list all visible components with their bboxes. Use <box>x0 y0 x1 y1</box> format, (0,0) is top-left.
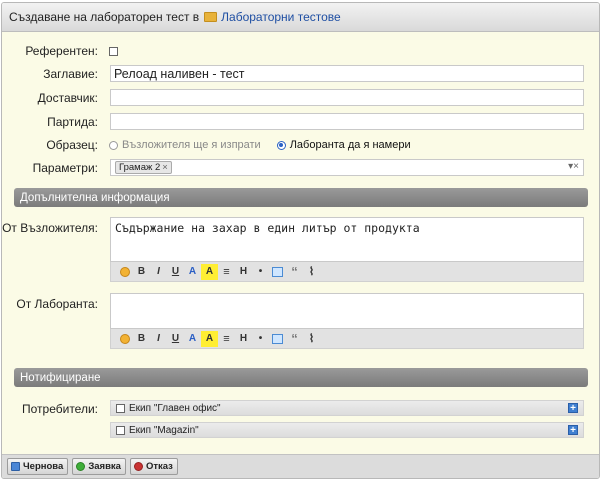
referent-row: Референтен: <box>2 44 118 58</box>
sample-radio-lab[interactable] <box>276 140 286 150</box>
section-notify-title: Нотифициране <box>20 371 101 384</box>
image-icon[interactable] <box>269 264 286 280</box>
team-checkbox[interactable] <box>116 425 125 435</box>
bullet-list-button[interactable]: • <box>252 331 269 347</box>
underline-button[interactable]: U <box>167 264 184 280</box>
from-client-row: От Възложителя: <box>2 221 104 235</box>
title-label: Заглавие: <box>43 66 98 81</box>
batch-row: Партида: <box>2 113 104 130</box>
sample-radio-client[interactable] <box>109 140 118 150</box>
underline-button[interactable]: U <box>167 331 184 347</box>
text-color-button[interactable]: A <box>184 331 201 347</box>
params-controls[interactable]: ▾× <box>568 161 579 172</box>
title-input[interactable]: Релоад наливен - тест <box>110 65 584 82</box>
team-label: Екип "Главен офис" <box>129 402 221 414</box>
from-lab-row: От Лаборанта: <box>2 297 104 311</box>
params-multiselect[interactable]: Грамаж 2 × ▾× <box>110 159 584 176</box>
text-color-button[interactable]: A <box>184 264 201 280</box>
heading-button[interactable]: H <box>235 331 252 347</box>
params-tag-remove[interactable]: × <box>162 162 168 173</box>
save-icon <box>11 462 20 471</box>
title-row: Заглавие: <box>2 65 104 82</box>
image-icon[interactable] <box>269 331 286 347</box>
attach-icon[interactable]: ⌇ <box>303 264 320 280</box>
referent-checkbox[interactable] <box>109 46 118 56</box>
team-label: Екип "Magazin" <box>129 424 199 436</box>
dialog-title: Създаване на лабораторен тест в <box>9 10 200 24</box>
bullet-list-button[interactable]: • <box>252 264 269 280</box>
folder-link[interactable]: Лабораторни тестове <box>221 10 341 24</box>
users-label: Потребители: <box>22 402 98 416</box>
from-lab-toolbar: B I U A A ≡ H • “ ⌇ <box>110 329 584 349</box>
sample-row: Образец: Възложителя ще я изпрати Лабора… <box>2 137 411 153</box>
from-client-textarea[interactable]: Съдържание на захар в един литър от прод… <box>110 217 584 262</box>
dialog-titlebar: Създаване на лабораторен тест в Лаборато… <box>2 3 599 32</box>
draft-button[interactable]: Чернова <box>7 458 69 475</box>
section-extra-info-title: Допълнителна информация <box>20 191 170 204</box>
referent-label: Референтен: <box>25 44 98 58</box>
close-icon <box>133 462 143 471</box>
italic-button[interactable]: I <box>150 264 167 280</box>
emoji-icon[interactable] <box>116 331 133 347</box>
check-icon <box>76 462 86 471</box>
section-notify: Нотифициране <box>14 368 588 387</box>
request-button-label: Заявка <box>88 461 121 472</box>
expand-plus-icon[interactable]: + <box>568 403 578 414</box>
dialog-footer: Чернова Заявка Отказ <box>2 454 599 478</box>
quote-button[interactable]: “ <box>286 331 303 347</box>
params-label: Параметри: <box>32 160 98 175</box>
from-lab-label: От Лаборанта: <box>16 297 98 311</box>
italic-button[interactable]: I <box>150 331 167 347</box>
supplier-input[interactable] <box>110 89 584 106</box>
from-lab-textarea[interactable] <box>110 293 584 329</box>
emoji-icon[interactable] <box>116 264 133 280</box>
bold-button[interactable]: B <box>133 264 150 280</box>
attach-icon[interactable]: ⌇ <box>303 331 320 347</box>
params-tag-label: Грамаж 2 <box>119 162 161 173</box>
draft-button-label: Чернова <box>23 461 64 472</box>
batch-label: Партида: <box>47 114 98 129</box>
params-tag: Грамаж 2 × <box>115 161 172 174</box>
users-row: Потребители: <box>2 402 104 416</box>
supplier-row: Доставчик: <box>2 89 104 106</box>
align-icon[interactable]: ≡ <box>218 331 235 347</box>
params-row: Параметри: <box>2 159 104 176</box>
sample-option-lab-label: Лаборанта да я намери <box>289 139 411 151</box>
heading-button[interactable]: H <box>235 264 252 280</box>
sample-option-client-label: Възложителя ще я изпрати <box>122 139 261 151</box>
bold-button[interactable]: B <box>133 331 150 347</box>
align-icon[interactable]: ≡ <box>218 264 235 280</box>
folder-icon <box>204 12 218 22</box>
section-extra-info: Допълнителна информация <box>14 188 588 207</box>
supplier-label: Доставчик: <box>37 90 98 105</box>
highlight-button[interactable]: A <box>201 263 218 280</box>
cancel-button-label: Отказ <box>145 461 173 472</box>
request-button[interactable]: Заявка <box>72 458 126 475</box>
from-client-label: От Възложителя: <box>2 221 98 235</box>
quote-button[interactable]: “ <box>286 264 303 280</box>
batch-input[interactable] <box>110 113 584 130</box>
dialog-window: Създаване на лабораторен тест в Лаборато… <box>1 2 600 479</box>
team-row[interactable]: Екип "Главен офис" + <box>110 400 584 416</box>
team-row[interactable]: Екип "Magazin" + <box>110 422 584 438</box>
sample-label: Образец: <box>46 138 98 152</box>
from-client-toolbar: B I U A A ≡ H • “ ⌇ <box>110 262 584 282</box>
cancel-button[interactable]: Отказ <box>129 458 178 475</box>
expand-plus-icon[interactable]: + <box>568 425 578 436</box>
highlight-button[interactable]: A <box>201 330 218 347</box>
team-checkbox[interactable] <box>116 403 125 413</box>
